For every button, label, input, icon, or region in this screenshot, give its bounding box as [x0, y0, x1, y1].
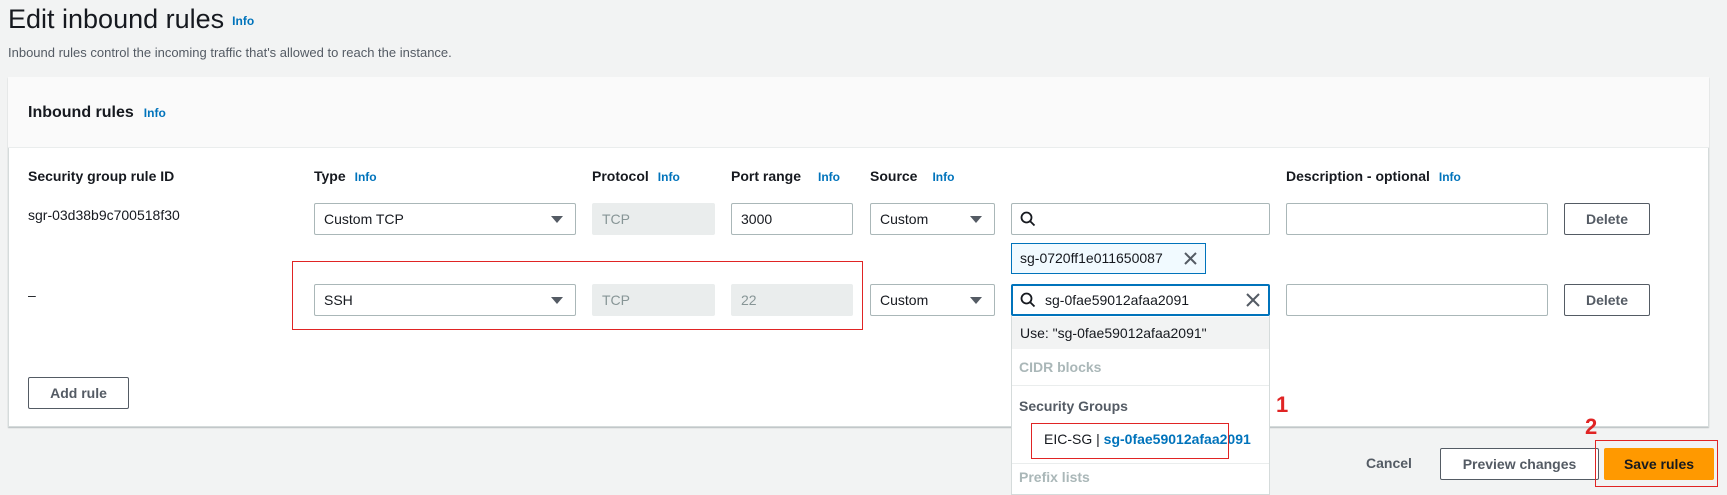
source-select[interactable]: Custom [870, 284, 995, 316]
source-select-value: Custom [880, 211, 929, 227]
delete-rule-button[interactable]: Delete [1564, 203, 1650, 235]
column-header-port-range: Port range Info [731, 168, 840, 184]
source-token-label: sg-0720ff1e011650087 [1020, 250, 1163, 266]
column-header-description-text: Description - optional [1286, 168, 1430, 184]
panel-title: Inbound rules Info [28, 104, 166, 122]
search-icon [1020, 211, 1036, 227]
rule-id: sgr-03d38b9c700518f30 [28, 207, 180, 223]
panel-info-link[interactable]: Info [144, 106, 166, 120]
annotation-highlight-box [1031, 423, 1229, 459]
type-select-value: Custom TCP [324, 211, 404, 227]
dropdown-use-option[interactable]: Use: "sg-0fae59012afaa2091" [1012, 317, 1269, 349]
source-search-value: sg-0fae59012afaa2091 [1045, 292, 1190, 308]
preview-changes-button[interactable]: Preview changes [1440, 448, 1599, 480]
annotation-highlight-box [1595, 440, 1718, 487]
annotation-step-1: 1 [1276, 392, 1289, 417]
dropdown-group-prefix-lists: Prefix lists [1019, 469, 1090, 485]
protocol-info-link[interactable]: Info [658, 170, 680, 184]
port-range-info-link[interactable]: Info [818, 170, 840, 184]
source-search-input[interactable] [1011, 203, 1270, 235]
column-header-description: Description - optional Info [1286, 168, 1461, 184]
description-input[interactable] [1286, 203, 1548, 235]
page-title: Edit inbound rules Info [8, 2, 254, 38]
type-select[interactable]: Custom TCP [314, 203, 576, 235]
annotation-highlight-box [292, 261, 863, 330]
port-range-input[interactable]: 3000 [731, 203, 853, 235]
close-icon[interactable] [1184, 252, 1197, 265]
source-token: sg-0720ff1e011650087 [1011, 243, 1206, 274]
panel-header [8, 77, 1709, 148]
column-header-type-text: Type [314, 168, 346, 184]
type-info-link[interactable]: Info [355, 170, 377, 184]
source-info-link[interactable]: Info [932, 170, 954, 184]
source-search-input[interactable]: sg-0fae59012afaa2091 [1011, 284, 1270, 316]
dropdown-divider [1012, 463, 1269, 464]
clear-icon[interactable] [1246, 293, 1260, 307]
column-header-port-range-text: Port range [731, 168, 802, 184]
column-header-rule-id: Security group rule ID [28, 168, 175, 184]
dropdown-divider [1012, 385, 1269, 386]
description-info-link[interactable]: Info [1439, 170, 1461, 184]
chevron-down-icon [970, 216, 982, 223]
page-title-text: Edit inbound rules [8, 4, 225, 34]
column-header-source-text: Source [870, 168, 918, 184]
dropdown-group-cidr: CIDR blocks [1019, 359, 1102, 375]
delete-rule-button[interactable]: Delete [1564, 284, 1650, 316]
cancel-button[interactable]: Cancel [1366, 455, 1412, 471]
page-title-info-link[interactable]: Info [232, 14, 254, 28]
column-header-protocol-text: Protocol [592, 168, 649, 184]
column-header-type: Type Info [314, 168, 377, 184]
add-rule-button[interactable]: Add rule [28, 377, 129, 409]
protocol-field: TCP [592, 203, 715, 235]
chevron-down-icon [970, 297, 982, 304]
panel-title-text: Inbound rules [28, 104, 134, 121]
chevron-down-icon [551, 216, 563, 223]
source-select[interactable]: Custom [870, 203, 995, 235]
search-icon [1020, 292, 1036, 308]
dropdown-group-security-groups: Security Groups [1019, 398, 1128, 414]
page-description: Inbound rules control the incoming traff… [8, 45, 452, 60]
rule-id: – [28, 287, 36, 303]
column-header-protocol: Protocol Info [592, 168, 680, 184]
description-input[interactable] [1286, 284, 1548, 316]
annotation-step-2: 2 [1585, 414, 1598, 439]
source-select-value: Custom [880, 292, 929, 308]
column-header-source: Source Info [870, 168, 954, 184]
